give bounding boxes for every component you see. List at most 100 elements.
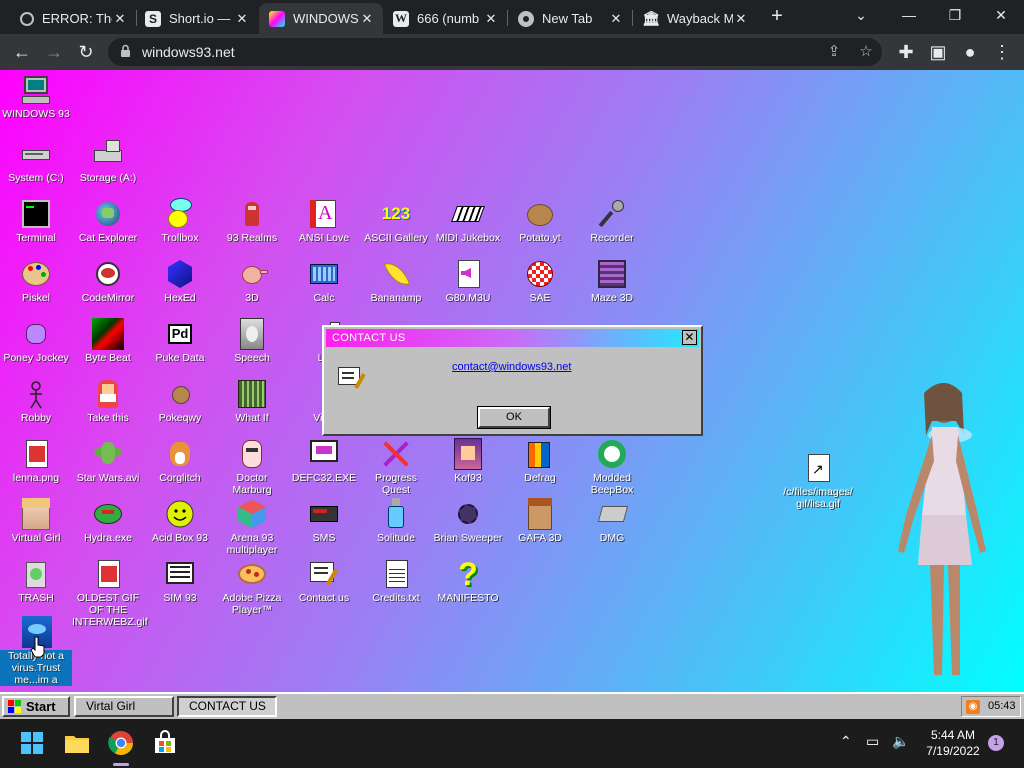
desktop-icon-bananamp[interactable]: Bananamp (360, 257, 432, 304)
desktop-icon-maze-3d[interactable]: Maze 3D (576, 258, 648, 304)
windows-start-icon[interactable] (18, 729, 46, 757)
desktop-icon-arena-93[interactable]: Arena 93 multiplayer (216, 498, 288, 556)
desktop-icon-contact-us[interactable]: Contact us (288, 558, 360, 604)
desktop-icon-trash[interactable]: TRASH (0, 558, 72, 604)
taskbar-button-contact-us[interactable]: CONTACT US (177, 696, 277, 717)
chrome-taskbar-icon[interactable] (107, 729, 135, 757)
desktop-icon-poney-jockey[interactable]: Poney Jockey (0, 318, 72, 364)
desktop-icon-speech[interactable]: Speech (216, 318, 288, 364)
desktop-icon-cat-explorer[interactable]: Cat Explorer (72, 198, 144, 244)
tab-666[interactable]: W 666 (numb ✕ (383, 3, 507, 34)
desktop-icon-calc[interactable]: Calc (288, 258, 360, 304)
close-icon[interactable]: ✕ (483, 11, 499, 27)
menu-icon[interactable]: ⋮ (990, 40, 1014, 64)
desktop-icon-adobe-pizza[interactable]: Adobe Pizza Player™ (216, 558, 288, 616)
desktop-icon-byte-beat[interactable]: Byte Beat (72, 318, 144, 364)
desktop-icon-storage-a[interactable]: Storage (A:) (72, 138, 144, 184)
desktop-icon-system-c[interactable]: System (C:) (0, 138, 72, 184)
start-button[interactable]: Start (2, 696, 70, 717)
desktop-icon-virtual-girl[interactable]: Virtual Girl (0, 498, 72, 544)
desktop-icon-windows93[interactable]: WINDOWS 93 (0, 74, 72, 120)
notification-badge[interactable]: 1 (988, 735, 1004, 751)
desktop-icon-take-this[interactable]: Take this (72, 378, 144, 424)
close-icon[interactable]: ✕ (608, 11, 624, 27)
close-icon[interactable]: ✕ (733, 11, 749, 27)
desktop-icon-g80m3u[interactable]: G80.M3U (432, 258, 504, 304)
close-icon[interactable]: ✕ (234, 11, 250, 27)
chevron-up-icon[interactable]: ⌃ (840, 733, 852, 750)
desktop-icon-lenna[interactable]: lenna.png (0, 438, 72, 484)
desktop-icon-acid-box[interactable]: Acid Box 93 (144, 498, 216, 544)
desktop-icon-kof93[interactable]: Kof93 (432, 438, 504, 484)
extensions-icon[interactable]: ✚ (894, 40, 918, 64)
tab-wayback[interactable]: 🏛 Wayback M ✕ (633, 3, 757, 34)
desktop-icon-trollbox[interactable]: Trollbox (144, 198, 216, 244)
minimize-button[interactable]: — (886, 0, 932, 30)
address-bar[interactable]: windows93.net ⇪ ☆ (108, 38, 882, 66)
close-icon[interactable]: ✕ (359, 11, 375, 27)
virtual-girl-figure[interactable] (862, 375, 992, 692)
desktop-icon-credits[interactable]: Credits.txt (360, 558, 432, 604)
network-icon[interactable]: ▭ (866, 733, 879, 750)
share-icon[interactable]: ⇪ (824, 42, 844, 62)
tab-error[interactable]: ERROR: The ✕ (0, 3, 136, 34)
desktop-icon-manifesto[interactable]: ? MANIFESTO (432, 558, 504, 604)
window-close-button[interactable]: ✕ (978, 0, 1024, 30)
system-clock[interactable]: 5:44 AM 7/19/2022 (918, 727, 988, 759)
desktop-icon-hydra[interactable]: Hydra.exe (72, 498, 144, 544)
desktop-icon-sms[interactable]: SMS (288, 498, 360, 544)
bookmark-star-icon[interactable]: ☆ (856, 42, 876, 62)
desktop-icon-3d[interactable]: 3D (216, 258, 288, 304)
tab-new-tab[interactable]: New Tab ✕ (508, 3, 632, 34)
dialog-title-bar[interactable]: CONTACT US ✕ (326, 329, 699, 347)
close-icon[interactable]: ✕ (112, 11, 128, 27)
desktop-icon-doctor-marburg[interactable]: Doctor Marburg (216, 438, 288, 496)
desktop-icon-modded-beepbox[interactable]: Modded BeepBox (576, 438, 648, 496)
desktop-icon-solitude[interactable]: Solitude (360, 498, 432, 544)
volume-icon[interactable]: 🔈 (892, 733, 909, 750)
desktop-icon-brian-sweeper[interactable]: Brian Sweeper (432, 498, 504, 544)
forward-arrow-icon[interactable]: → (42, 40, 66, 64)
desktop-icon-recorder[interactable]: Recorder (576, 198, 648, 244)
taskbar-button-virtual-girl[interactable]: Virtal Girl (74, 696, 174, 717)
dialog-close-button[interactable]: ✕ (682, 330, 697, 345)
side-panel-icon[interactable]: ▣ (926, 40, 950, 64)
desktop-icon-pokeqwy[interactable]: Pokeqwy (144, 378, 216, 424)
desktop-icon-sim93[interactable]: SIM 93 (144, 558, 216, 604)
desktop-icon-gafa-3d[interactable]: GAFA 3D (504, 498, 576, 544)
ok-button[interactable]: OK (477, 406, 551, 429)
back-arrow-icon[interactable]: ← (10, 40, 34, 64)
desktop-icon-progress-quest[interactable]: Progress Quest (360, 438, 432, 496)
tab-search-icon[interactable]: ⌄ (838, 0, 884, 30)
desktop-icon-puke-data[interactable]: Pd Puke Data (144, 318, 216, 364)
new-tab-button[interactable]: + (766, 5, 788, 27)
desktop-icon-93-realms[interactable]: 93 Realms (216, 198, 288, 244)
desktop-icon-dmg[interactable]: DMG (576, 498, 648, 544)
desktop-icon-what-if[interactable]: What If (216, 378, 288, 424)
desktop-icon-hexed[interactable]: HexEd (144, 258, 216, 304)
tab-windows93[interactable]: WINDOWS ✕ (259, 3, 383, 34)
reload-icon[interactable]: ↻ (74, 40, 98, 64)
contact-email-link[interactable]: contact@windows93.net (452, 361, 578, 373)
desktop-icon-sae[interactable]: SAE (504, 258, 576, 304)
desktop-icon-corglitch[interactable]: Corglitch (144, 438, 216, 484)
desktop-icon-defc32[interactable]: DEFC32.EXE (288, 438, 360, 484)
profile-icon[interactable]: ● (958, 40, 982, 64)
desktop-icon-ascii-gallery[interactable]: 123 ASCII Gallery (360, 198, 432, 244)
file-explorer-icon[interactable] (63, 729, 91, 757)
microsoft-store-icon[interactable] (151, 729, 179, 757)
restore-button[interactable]: ❐ (932, 0, 978, 30)
desktop-icon-ansi-love[interactable]: A ANSI Love (288, 198, 360, 244)
desktop-icon-midi-jukebox[interactable]: MIDI Jukebox (432, 198, 504, 244)
desktop-icon-terminal[interactable]: Terminal (0, 198, 72, 244)
desktop-icon-codemirror[interactable]: CodeMirror (72, 258, 144, 304)
tab-short-io[interactable]: S Short.io — ✕ (137, 3, 258, 34)
desktop-icon-star-wars[interactable]: Star Wars.avi (72, 438, 144, 484)
desktop-icon-oldest-gif[interactable]: OLDEST GIF OF THE INTERWEBZ.gif (72, 558, 148, 628)
desktop-icon-lisa-gif[interactable]: ↗ /c/files/images/gif/lisa.gif (782, 452, 854, 510)
desktop-icon-robby[interactable]: Robby (0, 378, 72, 424)
desktop-icon-defrag[interactable]: Defrag (504, 438, 576, 484)
desktop-icon-potato[interactable]: Potato.yt (504, 198, 576, 244)
url-text[interactable]: windows93.net (142, 44, 235, 60)
rss-icon[interactable]: ◉ (966, 700, 980, 714)
